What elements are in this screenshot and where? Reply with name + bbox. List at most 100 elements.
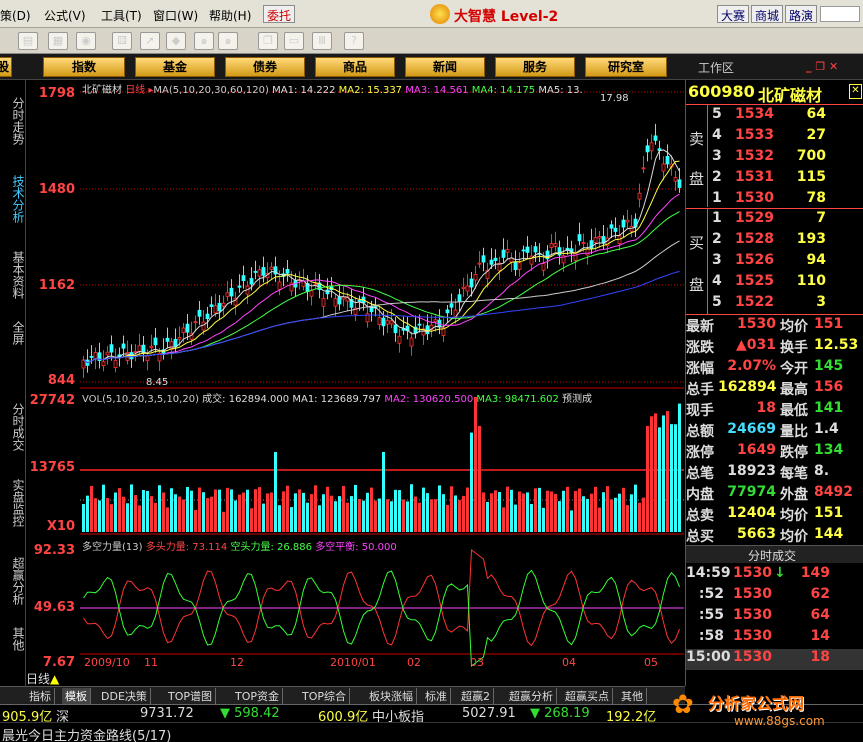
bottom-tab[interactable]: 板块涨幅 bbox=[366, 688, 417, 704]
volume-bar bbox=[114, 492, 117, 532]
stat-label: 外盘 bbox=[780, 487, 808, 503]
trade-price: 1530 bbox=[733, 649, 772, 665]
kline-chart-area[interactable]: 北矿磁材 日线 ▸MA(5,10,20,30,60,120) MA1: 14.2… bbox=[80, 80, 684, 672]
dice-icon[interactable]: ⚄ bbox=[112, 32, 132, 50]
nav-tab-fund[interactable]: 基金 bbox=[135, 57, 215, 77]
menu-item[interactable]: 策(D) bbox=[0, 7, 31, 24]
tab-technical[interactable]: 技术分析 bbox=[2, 164, 25, 234]
volume-bar bbox=[470, 432, 473, 532]
nav-tab-bond[interactable]: 债券 bbox=[225, 57, 305, 77]
bottom-tab[interactable]: TOP资金 bbox=[232, 688, 284, 704]
tab-fundamentals[interactable]: 基本资料 bbox=[2, 240, 25, 310]
bid-row: 3 1526 94 bbox=[686, 252, 863, 273]
volume-bar bbox=[658, 427, 661, 532]
workspace-label[interactable]: 工作区 bbox=[698, 59, 734, 76]
quote-stat-row: 总手 162894 最高 156 bbox=[686, 379, 863, 400]
volume-bar bbox=[506, 486, 509, 532]
grid-icon[interactable]: ▦ bbox=[48, 32, 68, 50]
stat-value: 12.53 bbox=[814, 337, 859, 353]
stat-value: 1530 bbox=[737, 316, 776, 332]
bottom-tab[interactable]: TOP谱图 bbox=[165, 688, 217, 704]
index-value-b: 9731.72 bbox=[140, 706, 194, 721]
volume-bar bbox=[574, 490, 577, 532]
window-controls[interactable]: _ ❐ ✕ bbox=[806, 60, 856, 74]
book-volume: 64 bbox=[806, 106, 826, 122]
balance-line: 多空平衡: 50.000 bbox=[315, 542, 397, 553]
menu-item[interactable]: 窗口(W) bbox=[153, 7, 198, 24]
tab-live-monitor[interactable]: 实盘监控 bbox=[2, 468, 25, 538]
candle-body bbox=[477, 262, 482, 265]
volume-bar bbox=[222, 511, 225, 532]
mall-button[interactable]: 商城 bbox=[751, 5, 784, 23]
volume-bar bbox=[474, 397, 477, 532]
index-change-b: ▼ 598.42 bbox=[220, 706, 280, 721]
tab-tick-trades[interactable]: 分时成交 bbox=[2, 392, 25, 462]
ask-row: 4 1533 27 bbox=[686, 127, 863, 148]
search-box[interactable] bbox=[820, 6, 860, 22]
bottom-tab[interactable]: 超赢分析 bbox=[506, 688, 557, 704]
nav-tab-index[interactable]: 指数 bbox=[43, 57, 125, 77]
bottom-tab[interactable]: 模板 bbox=[62, 688, 91, 704]
stat-label: 现手 bbox=[686, 403, 714, 419]
copy-icon[interactable]: ❐ bbox=[258, 32, 278, 50]
contest-button[interactable]: 大赛 bbox=[717, 5, 750, 23]
volume-bar bbox=[594, 486, 597, 532]
date-tick-label: 2010/01 bbox=[330, 656, 376, 669]
news-ticker[interactable]: 晨光今日主力资金路线(5/17) bbox=[2, 725, 171, 742]
chart-icon[interactable]: ▤ bbox=[18, 32, 38, 50]
tab-trades[interactable]: 分时成交 bbox=[748, 547, 796, 564]
swirl-icon[interactable]: ๑ bbox=[194, 32, 214, 50]
help-cursor-icon[interactable]: ? bbox=[344, 32, 364, 50]
menu-item[interactable]: 工具(T) bbox=[101, 7, 142, 24]
bottom-tab[interactable]: 其他 bbox=[618, 688, 647, 704]
bars-icon[interactable]: Ⅲ bbox=[312, 32, 332, 50]
quote-stat-row: 总卖 12404 均价 151 bbox=[686, 505, 863, 526]
close-icon[interactable]: ✕ bbox=[849, 84, 862, 99]
candle-body bbox=[649, 142, 654, 152]
nav-tab-news[interactable]: 新闻 bbox=[405, 57, 485, 77]
nav-tab-commodity[interactable]: 商品 bbox=[315, 57, 395, 77]
volume-bar bbox=[634, 484, 637, 532]
stat-value: 8. bbox=[814, 463, 830, 479]
diamond-icon[interactable]: ◆ bbox=[166, 32, 186, 50]
candle-body bbox=[229, 287, 234, 297]
date-axis: 2009/10 11 12 2010/01 02 03 04 05 bbox=[80, 654, 684, 672]
swirl-icon[interactable]: ๑ bbox=[218, 32, 238, 50]
binoculars-icon[interactable]: ◉ bbox=[76, 32, 96, 50]
book-level: 3 bbox=[712, 252, 722, 268]
tab-super-analysis[interactable]: 超赢分析 bbox=[2, 546, 25, 616]
volume-bar bbox=[158, 485, 161, 532]
roadshow-button[interactable]: 路演 bbox=[785, 5, 818, 23]
volume-axis-label: X10 bbox=[46, 519, 75, 534]
bottom-tab[interactable]: DDE决策 bbox=[98, 688, 151, 704]
bottom-tab[interactable]: 超赢2 bbox=[458, 688, 494, 704]
menu-item[interactable]: 帮助(H) bbox=[209, 7, 251, 24]
arrow-icon[interactable]: ➚ bbox=[140, 32, 160, 50]
period-indicator[interactable]: 日线▲ bbox=[26, 670, 80, 686]
bottom-tab[interactable]: 指标 bbox=[26, 688, 55, 704]
stat-label: 最低 bbox=[780, 403, 808, 419]
window-icon[interactable]: ▭ bbox=[284, 32, 304, 50]
volume-bar bbox=[342, 485, 345, 532]
trade-price: 1530 bbox=[733, 565, 772, 581]
bottom-tab[interactable]: 标准 bbox=[422, 688, 451, 704]
tab-fullscreen[interactable]: 全屏 bbox=[2, 318, 25, 348]
brand-title: 大智慧 Level-2 bbox=[454, 9, 559, 25]
volume-bar bbox=[150, 496, 153, 532]
nav-tab-research[interactable]: 研究室 bbox=[585, 57, 667, 77]
volume-bar bbox=[638, 502, 641, 532]
volume-bar bbox=[398, 490, 401, 532]
bottom-tab[interactable]: TOP综合 bbox=[299, 688, 351, 704]
volume-bar bbox=[302, 492, 305, 532]
volume-bar bbox=[582, 496, 585, 532]
bottom-tab[interactable]: 超赢买点 bbox=[562, 688, 613, 704]
menu-item[interactable]: 公式(V) bbox=[44, 7, 86, 24]
tab-other[interactable]: 其他 bbox=[2, 624, 25, 654]
candle-body bbox=[513, 261, 518, 271]
nav-tab-service[interactable]: 服务 bbox=[495, 57, 575, 77]
entrust-button[interactable]: 委托 bbox=[263, 5, 296, 23]
stat-label: 内盘 bbox=[686, 487, 714, 503]
nav-tab-stock[interactable]: 股 bbox=[0, 57, 12, 77]
volume-bar bbox=[238, 494, 241, 532]
tab-intraday[interactable]: 分时走势 bbox=[2, 86, 25, 156]
